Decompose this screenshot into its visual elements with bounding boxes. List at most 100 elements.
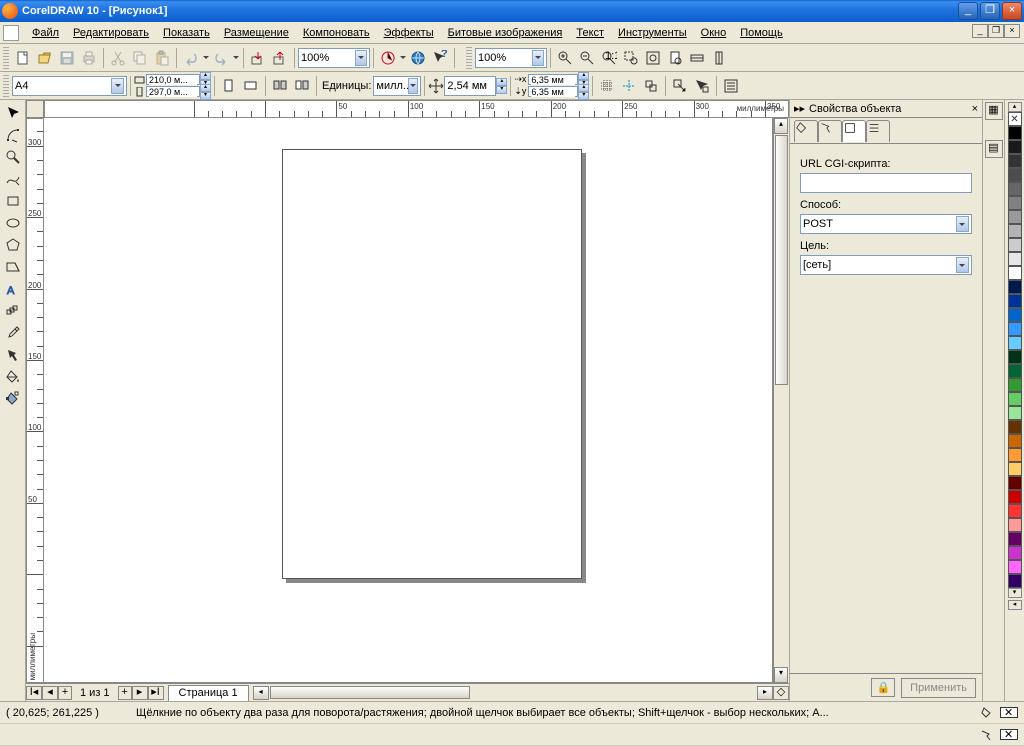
color-swatch-9[interactable] xyxy=(1008,252,1022,266)
text-tool[interactable]: A xyxy=(2,278,24,300)
color-swatch-6[interactable] xyxy=(1008,210,1022,224)
color-swatch-26[interactable] xyxy=(1008,490,1022,504)
menu-window[interactable]: Окно xyxy=(694,25,734,41)
color-swatch-13[interactable] xyxy=(1008,308,1022,322)
dup-y-spinner[interactable]: ▴▾ xyxy=(578,84,589,100)
paper-size-input[interactable] xyxy=(15,80,111,92)
color-swatch-20[interactable] xyxy=(1008,406,1022,420)
palette-flyout-button[interactable]: ◂ xyxy=(1008,600,1022,610)
scroll-right-button[interactable]: ▸ xyxy=(757,686,773,700)
zoom-actual-button[interactable]: 1:1 xyxy=(598,47,620,69)
color-swatch-18[interactable] xyxy=(1008,378,1022,392)
undo-dropdown[interactable] xyxy=(202,47,210,69)
export-button[interactable] xyxy=(269,47,291,69)
color-swatch-3[interactable] xyxy=(1008,168,1022,182)
nudge-spinner[interactable]: ▴▾ xyxy=(496,78,507,94)
fill-none-indicator[interactable]: ✕ xyxy=(1000,707,1018,718)
h-scroll-thumb[interactable] xyxy=(270,686,470,699)
doc-minimize-button[interactable]: _ xyxy=(972,24,988,38)
outline-none-indicator[interactable]: ✕ xyxy=(1000,729,1018,740)
zoom-in-button[interactable] xyxy=(554,47,576,69)
freehand-tool[interactable] xyxy=(2,168,24,190)
snap-objects-button[interactable] xyxy=(640,75,662,97)
color-swatch-17[interactable] xyxy=(1008,364,1022,378)
docker-tab-web[interactable] xyxy=(842,120,866,142)
color-swatch-15[interactable] xyxy=(1008,336,1022,350)
apply-button[interactable]: Применить xyxy=(901,678,976,698)
whats-this-button[interactable]: ? xyxy=(429,47,451,69)
page-tab[interactable]: Страница 1 xyxy=(168,685,249,701)
ellipse-tool[interactable] xyxy=(2,212,24,234)
units-input[interactable] xyxy=(376,80,407,92)
color-swatch-32[interactable] xyxy=(1008,574,1022,588)
color-swatch-4[interactable] xyxy=(1008,182,1022,196)
options-button[interactable] xyxy=(720,75,742,97)
zoom-dropdown-arrow[interactable] xyxy=(355,50,367,66)
print-button[interactable] xyxy=(78,47,100,69)
basic-shapes-tool[interactable] xyxy=(2,256,24,278)
color-swatch-7[interactable] xyxy=(1008,224,1022,238)
color-swatch-16[interactable] xyxy=(1008,350,1022,364)
color-swatch-28[interactable] xyxy=(1008,518,1022,532)
app-launcher-button[interactable] xyxy=(377,47,399,69)
add-page-after-button[interactable]: + xyxy=(118,686,132,700)
docker-tab-outline[interactable] xyxy=(818,120,842,142)
no-color-swatch[interactable] xyxy=(1008,112,1022,126)
corel-online-button[interactable] xyxy=(407,47,429,69)
pages-current-button[interactable] xyxy=(291,75,313,97)
menu-bitmaps[interactable]: Битовые изображения xyxy=(441,25,570,41)
portrait-button[interactable] xyxy=(218,75,240,97)
dup-y-field[interactable] xyxy=(528,86,578,97)
method-combo[interactable] xyxy=(800,214,972,234)
color-swatch-19[interactable] xyxy=(1008,392,1022,406)
url-input[interactable] xyxy=(800,173,972,193)
docker-title-bar[interactable]: ▸▸ Свойства объекта × xyxy=(790,100,982,118)
dup-x-field[interactable] xyxy=(528,74,578,85)
color-swatch-23[interactable] xyxy=(1008,448,1022,462)
menu-effects[interactable]: Эффекты xyxy=(377,25,441,41)
vertical-scrollbar[interactable]: ▴ ▾ xyxy=(773,118,789,683)
palette-up-button[interactable]: ▴ xyxy=(1008,102,1022,112)
color-swatch-14[interactable] xyxy=(1008,322,1022,336)
color-swatch-12[interactable] xyxy=(1008,294,1022,308)
import-button[interactable] xyxy=(247,47,269,69)
target-arrow[interactable] xyxy=(956,257,969,273)
redo-dropdown[interactable] xyxy=(232,47,240,69)
method-arrow[interactable] xyxy=(956,216,969,232)
pick-tool[interactable] xyxy=(2,102,24,124)
save-button[interactable] xyxy=(56,47,78,69)
interactive-blend-tool[interactable] xyxy=(2,300,24,322)
view-zoom-arrow[interactable] xyxy=(532,50,544,66)
ruler-origin[interactable] xyxy=(26,100,44,118)
color-swatch-22[interactable] xyxy=(1008,434,1022,448)
toolbar-handle[interactable] xyxy=(3,47,9,69)
color-swatch-0[interactable] xyxy=(1008,126,1022,140)
color-swatch-21[interactable] xyxy=(1008,420,1022,434)
landscape-button[interactable] xyxy=(240,75,262,97)
polygon-tool[interactable] xyxy=(2,234,24,256)
maximize-button[interactable]: ❐ xyxy=(980,2,1000,20)
propbar-handle[interactable] xyxy=(3,75,9,97)
first-page-button[interactable]: I◂ xyxy=(26,686,42,700)
menu-layout[interactable]: Размещение xyxy=(217,25,296,41)
nudge-field[interactable] xyxy=(444,76,496,96)
menu-arrange[interactable]: Компоновать xyxy=(296,25,377,41)
zoom-input[interactable] xyxy=(301,52,355,64)
palette-down-button[interactable]: ▾ xyxy=(1008,588,1022,598)
last-page-button[interactable]: ▸I xyxy=(148,686,164,700)
units-combo[interactable] xyxy=(373,76,421,96)
paper-size-combo[interactable] xyxy=(12,76,127,96)
target-combo[interactable] xyxy=(800,255,972,275)
color-swatch-27[interactable] xyxy=(1008,504,1022,518)
fill-tool[interactable] xyxy=(2,366,24,388)
pages-all-button[interactable] xyxy=(269,75,291,97)
color-swatch-1[interactable] xyxy=(1008,140,1022,154)
open-button[interactable] xyxy=(34,47,56,69)
zoom-tool[interactable] xyxy=(2,146,24,168)
docker-tab-fill[interactable] xyxy=(794,120,818,142)
zoom-out-button[interactable] xyxy=(576,47,598,69)
color-swatch-31[interactable] xyxy=(1008,560,1022,574)
menu-file[interactable]: Файл xyxy=(25,25,66,41)
docker-sidetab-2[interactable]: ▤ xyxy=(985,140,1003,158)
docker-sidetab-1[interactable]: ▦ xyxy=(985,102,1003,120)
